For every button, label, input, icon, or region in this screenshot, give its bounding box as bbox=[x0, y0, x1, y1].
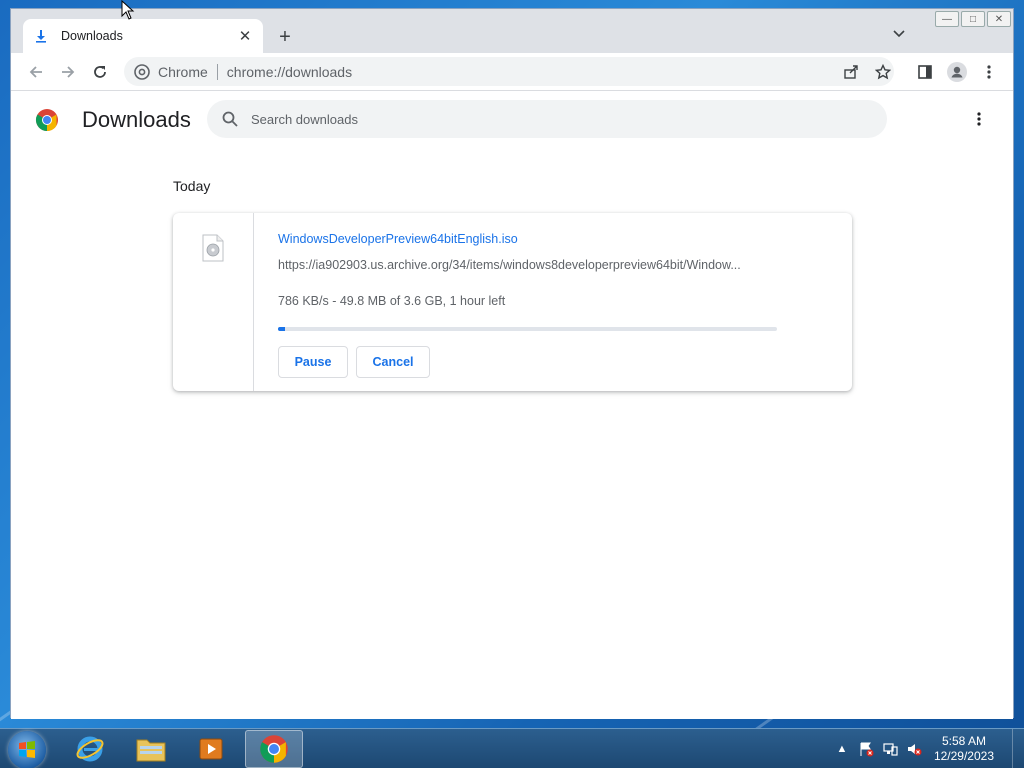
browser-toolbar: Chrome chrome://downloads bbox=[11, 53, 1013, 90]
search-icon bbox=[222, 111, 238, 127]
volume-muted-icon[interactable] bbox=[906, 741, 922, 757]
action-center-flag-icon[interactable] bbox=[858, 741, 874, 757]
windows-logo-icon bbox=[19, 741, 35, 758]
back-arrow-icon bbox=[29, 66, 42, 78]
taskbar-chrome[interactable] bbox=[245, 730, 303, 768]
new-tab-button[interactable]: + bbox=[274, 26, 296, 48]
download-status: 786 KB/s - 49.8 MB of 3.6 GB, 1 hour lef… bbox=[278, 294, 506, 308]
show-hidden-icons-chevron-icon[interactable]: ▲ bbox=[834, 741, 850, 757]
disc-image-file-icon bbox=[202, 234, 224, 262]
back-button[interactable] bbox=[25, 61, 47, 83]
internet-explorer-icon bbox=[76, 736, 104, 762]
download-item-icon-column bbox=[173, 213, 254, 391]
chrome-icon bbox=[134, 63, 150, 80]
downloads-header: Downloads bbox=[11, 91, 1013, 147]
mouse-cursor-icon bbox=[121, 0, 135, 20]
cancel-button[interactable]: Cancel bbox=[356, 346, 430, 378]
kebab-menu-icon bbox=[977, 112, 981, 126]
kebab-menu-icon bbox=[987, 65, 991, 79]
omnibox-url[interactable]: chrome://downloads bbox=[227, 64, 352, 80]
clock-date: 12/29/2023 bbox=[933, 749, 994, 763]
download-item: WindowsDeveloperPreview64bitEnglish.iso … bbox=[173, 213, 852, 391]
tab-search-chevron-icon[interactable] bbox=[893, 27, 905, 41]
side-panel-icon bbox=[918, 65, 932, 79]
download-progress-bar bbox=[278, 327, 777, 331]
side-panel-button[interactable] bbox=[914, 61, 936, 83]
folder-icon bbox=[136, 739, 166, 762]
system-clock[interactable]: 5:58 AM 12/29/2023 bbox=[934, 734, 994, 764]
taskbar-media-player[interactable] bbox=[183, 730, 241, 768]
omnibox-divider bbox=[216, 63, 218, 80]
reload-button[interactable] bbox=[89, 61, 111, 83]
search-input[interactable] bbox=[251, 111, 851, 127]
tab-title: Downloads bbox=[61, 29, 123, 43]
system-tray: ▲ 5:58 AM 12/29/2023 bbox=[834, 729, 1024, 768]
download-source-url[interactable]: https://ia902903.us.archive.org/34/items… bbox=[278, 258, 778, 272]
omnibox[interactable]: Chrome chrome://downloads bbox=[124, 57, 894, 86]
download-icon bbox=[33, 28, 49, 44]
reload-icon bbox=[94, 66, 106, 78]
forward-button[interactable] bbox=[57, 61, 79, 83]
close-icon[interactable]: ✕ bbox=[237, 28, 253, 45]
browser-menu-button[interactable] bbox=[978, 61, 1000, 83]
show-desktop-button[interactable] bbox=[1012, 729, 1024, 768]
omnibox-actions bbox=[842, 57, 894, 86]
share-icon[interactable] bbox=[842, 63, 860, 81]
chrome-logo-icon bbox=[260, 735, 288, 763]
download-progress-fill bbox=[278, 327, 285, 331]
omnibox-scheme-label: Chrome bbox=[158, 63, 208, 80]
bookmark-star-icon[interactable] bbox=[874, 63, 892, 81]
tab-downloads[interactable]: Downloads ✕ bbox=[23, 19, 263, 53]
chrome-logo-icon bbox=[36, 109, 58, 131]
start-button[interactable] bbox=[8, 731, 46, 768]
taskbar-file-explorer[interactable] bbox=[122, 730, 180, 768]
chrome-window: — □ ✕ Downloads ✕ + Chrome chrome://down… bbox=[10, 8, 1014, 719]
download-file-name-link[interactable]: WindowsDeveloperPreview64bitEnglish.iso bbox=[278, 232, 518, 246]
downloads-page: Downloads Today bbox=[11, 90, 1013, 719]
downloads-menu-button[interactable] bbox=[969, 109, 989, 129]
pause-button[interactable]: Pause bbox=[278, 346, 348, 378]
profile-button[interactable] bbox=[946, 61, 968, 83]
profile-avatar-icon bbox=[947, 62, 967, 82]
clock-time: 5:58 AM bbox=[941, 734, 986, 748]
network-icon[interactable] bbox=[882, 741, 898, 757]
media-player-icon bbox=[199, 738, 223, 760]
taskbar: ▲ 5:58 AM 12/29/2023 bbox=[0, 728, 1024, 768]
page-title: Downloads bbox=[82, 107, 191, 132]
date-group-label: Today bbox=[173, 178, 211, 194]
forward-arrow-icon bbox=[62, 66, 75, 78]
taskbar-internet-explorer[interactable] bbox=[61, 730, 119, 768]
search-box[interactable] bbox=[207, 100, 887, 138]
tab-strip: Downloads ✕ + bbox=[11, 9, 1013, 53]
